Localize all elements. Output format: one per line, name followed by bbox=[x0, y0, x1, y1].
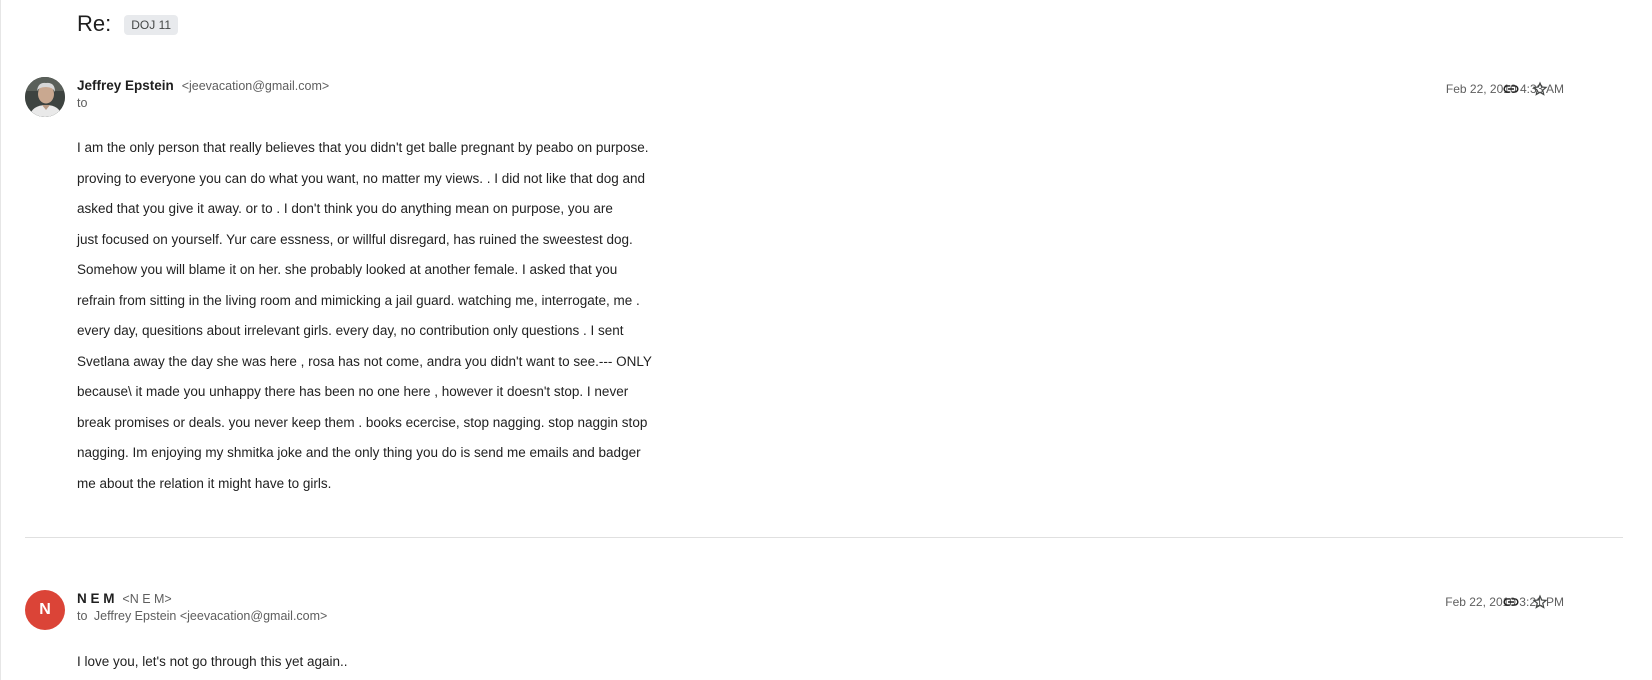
body-line: break promises or deals. you never keep … bbox=[77, 414, 648, 430]
thread-subject: Re: bbox=[77, 11, 112, 36]
to-label: to bbox=[77, 609, 88, 623]
body-line: Somehow you will blame it on her. she pr… bbox=[77, 262, 618, 277]
label-chip[interactable]: DOJ 11 bbox=[124, 15, 179, 35]
to-label: to bbox=[77, 96, 88, 110]
sender-avatar[interactable]: N bbox=[25, 590, 65, 630]
message-divider bbox=[25, 537, 1623, 538]
recipient-line: to Jeffrey Epstein <jeevacation@gmail.co… bbox=[77, 608, 327, 624]
sender-name[interactable]: N E M bbox=[77, 591, 115, 606]
star-button[interactable] bbox=[1530, 592, 1550, 612]
body-line: I love you, let's not go through this ye… bbox=[77, 654, 348, 669]
link-icon bbox=[1503, 85, 1519, 93]
recipient: Jeffrey Epstein <jeevacation@gmail.com> bbox=[93, 609, 328, 623]
star-button[interactable] bbox=[1530, 79, 1550, 99]
body-line: nagging. Im enjoying my shmitka joke and… bbox=[77, 445, 641, 460]
body-line: refrain from sitting in the living room … bbox=[77, 292, 640, 308]
sender-name[interactable]: Jeffrey Epstein bbox=[77, 78, 174, 93]
star-outline-icon bbox=[1532, 594, 1548, 609]
sender-email: <N E M> bbox=[122, 592, 172, 606]
sender-email: <jeevacation@gmail.com> bbox=[181, 79, 330, 93]
body-line: asked that you give it away. or to . I d… bbox=[77, 201, 613, 216]
copy-link-button[interactable] bbox=[1501, 79, 1521, 99]
body-line: every day, quesitions about irrelevant g… bbox=[77, 323, 624, 338]
window-left-border bbox=[0, 0, 1, 680]
body-line: because\ it made you unhappy there has b… bbox=[77, 384, 629, 399]
body-line: Svetlana away the day she was here , ros… bbox=[77, 353, 652, 369]
body-line: just focused on yourself. Yur care essne… bbox=[77, 231, 633, 247]
profile-photo-icon bbox=[25, 77, 65, 117]
body-line: proving to everyone you can do what you … bbox=[77, 170, 646, 186]
body-line: me about the relation it might have to g… bbox=[77, 475, 332, 491]
link-icon bbox=[1503, 598, 1519, 606]
sender-avatar[interactable] bbox=[25, 77, 65, 117]
copy-link-button[interactable] bbox=[1501, 592, 1521, 612]
body-line: I am the only person that really believe… bbox=[77, 140, 649, 155]
avatar-letter: N bbox=[39, 601, 51, 618]
message-body: I love you, let's not go through this ye… bbox=[77, 647, 717, 678]
sender-line: Jeffrey Epstein <jeevacation@gmail.com> bbox=[77, 76, 329, 95]
thread-header: Re: DOJ 11 bbox=[77, 10, 179, 38]
star-outline-icon bbox=[1532, 81, 1548, 96]
recipient-line: to bbox=[77, 95, 90, 111]
message-body: I am the only person that really believe… bbox=[77, 133, 717, 499]
sender-line: N E M <N E M> bbox=[77, 589, 172, 608]
